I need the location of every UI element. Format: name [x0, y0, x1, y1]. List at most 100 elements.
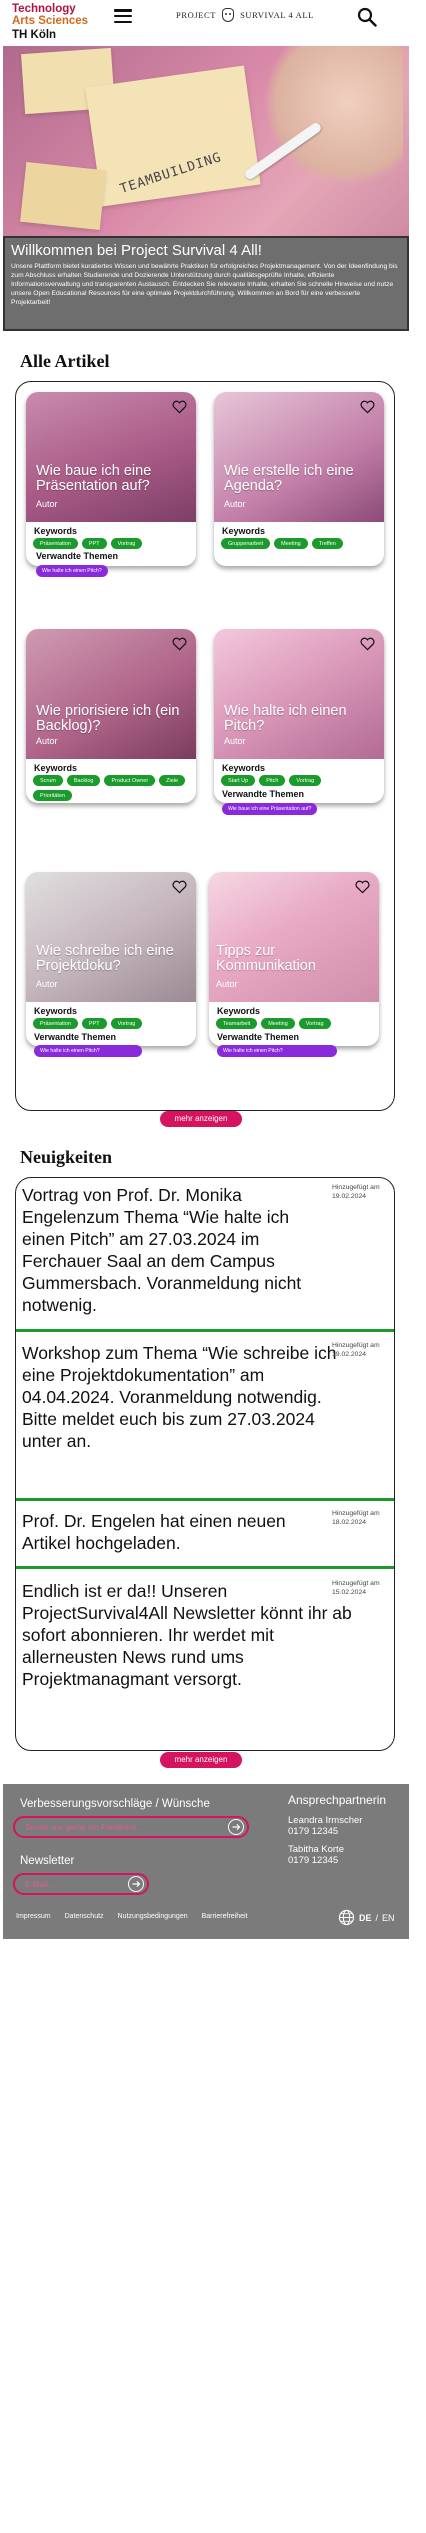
keywords-label: Keywords [34, 1006, 78, 1016]
keyword-chip[interactable]: Pitch [259, 775, 286, 786]
footer-link-barrierefreiheit[interactable]: Barrierefreiheit [202, 1913, 248, 1920]
keyword-chips: Gruppenarbeit Meeting Treffen [221, 538, 381, 549]
keyword-chip[interactable]: Vortrag [110, 1018, 143, 1029]
language-separator: / [375, 1912, 379, 1923]
keyword-chip[interactable]: PPT [81, 538, 107, 549]
related-topic-chip[interactable]: Wie halte ich einen Pitch? [36, 565, 108, 577]
brand-wordmark[interactable]: PROJECT SURVIVAL 4 ALL [176, 8, 314, 22]
news-date-label: Hinzugefügt am [332, 1580, 380, 1587]
news-item[interactable]: Endlich ist er da!! Unseren ProjectSurvi… [16, 1574, 394, 1714]
keyword-chip[interactable]: Präsentation [33, 1018, 78, 1029]
hamburger-menu-icon[interactable] [114, 9, 132, 24]
news-heading: Neuigkeiten [20, 1147, 112, 1167]
news-item[interactable]: Prof. Dr. Engelen hat einen neuen Artike… [16, 1504, 394, 1568]
news-date: Hinzugefügt am 15.02.2024 [332, 1580, 388, 1597]
keyword-chip[interactable]: Backlog [66, 775, 101, 786]
news-container: Vortrag von Prof. Dr. Monika Engelenzum … [15, 1177, 395, 1751]
news-item[interactable]: Workshop zum Thema “Wie schreibe ich ein… [16, 1336, 394, 1499]
logo-line-arts-sciences: Arts Sciences [12, 15, 89, 27]
language-de[interactable]: DE [359, 1913, 372, 1923]
sticky-note [85, 65, 261, 207]
keywords-label: Keywords [34, 526, 78, 536]
news-date-value: 19.02.2024 [332, 1350, 367, 1358]
news-date-value: 18.02.2024 [332, 1518, 367, 1526]
site-footer: Verbesserungsvorschläge / Wünsche Newsle… [3, 1784, 409, 1939]
newsletter-heading: Newsletter [20, 1855, 75, 1867]
footer-link-impressum[interactable]: Impressum [16, 1913, 51, 1920]
news-date: Hinzugefügt am 19.02.2024 [332, 1342, 388, 1359]
related-topic-chip[interactable]: Wie baue ich eine Präsentation auf? [222, 803, 318, 815]
feedback-submit-arrow-icon[interactable] [228, 1819, 244, 1835]
article-card[interactable]: Wie schreibe ich eine Projektdoku? Autor… [26, 872, 196, 1046]
news-text: Workshop zum Thema “Wie schreibe ich ein… [22, 1343, 337, 1451]
related-label: Verwandte Themen [222, 789, 305, 799]
search-icon[interactable] [357, 7, 377, 27]
related-topic-chip[interactable]: Wie halte ich einen Pitch? [34, 1045, 142, 1057]
news-date-label: Hinzugefügt am [332, 1342, 380, 1349]
article-card[interactable]: Wie halte ich einen Pitch? Autor Keyword… [214, 629, 384, 803]
article-card[interactable]: Wie priorisiere ich (ein Backlog)? Autor… [26, 629, 196, 803]
keyword-chip[interactable]: Vortrag [110, 538, 143, 549]
th-koeln-logo[interactable]: Technology Arts Sciences TH Köln [12, 3, 88, 41]
contact-1: Leandra Irmscher 0179 12345 [288, 1815, 362, 1837]
newsletter-submit-arrow-icon[interactable] [128, 1876, 144, 1892]
brand-word-survival: SURVIVAL 4 ALL [240, 10, 314, 20]
news-text: Vortrag von Prof. Dr. Monika Engelenzum … [22, 1185, 302, 1315]
language-switcher: DE / EN [338, 1909, 395, 1926]
keyword-chip[interactable]: Vortrag [289, 775, 322, 786]
keyword-chip[interactable]: Gruppenarbeit [221, 538, 271, 549]
keyword-chip[interactable]: Meeting [261, 1018, 295, 1029]
footer-link-nutzungsbedingungen[interactable]: Nutzungsbedingungen [118, 1913, 188, 1920]
heart-icon[interactable] [172, 880, 187, 894]
heart-icon[interactable] [355, 880, 370, 894]
mask-icon [222, 8, 235, 22]
article-title: Wie halte ich einen Pitch? [224, 703, 347, 734]
keyword-chip[interactable]: Treffen [311, 538, 343, 549]
keyword-chip[interactable]: PPT [81, 1018, 107, 1029]
news-more-button[interactable]: mehr anzeigen [160, 1752, 242, 1768]
hero-title: Willkommen bei Project Survival 4 All! [11, 242, 262, 259]
heart-icon[interactable] [172, 637, 187, 651]
articles-more-button[interactable]: mehr anzeigen [160, 1111, 242, 1127]
article-author: Autor [36, 499, 58, 509]
article-card[interactable]: Wie erstelle ich eine Agenda? Autor Keyw… [214, 392, 384, 566]
articles-container: Wie baue ich eine Präsentation auf? Auto… [15, 381, 395, 1111]
articles-heading: Alle Artikel [20, 351, 110, 371]
article-title: Wie baue ich eine Präsentation auf? [36, 463, 152, 494]
contact-name: Leandra Irmscher [288, 1815, 363, 1826]
keywords-label: Keywords [217, 1006, 261, 1016]
heart-icon[interactable] [360, 637, 375, 651]
keyword-chip[interactable]: Scrum [33, 775, 63, 786]
heart-icon[interactable] [360, 400, 375, 414]
article-title: Wie schreibe ich eine Projektdoku? [36, 943, 174, 974]
contact-phone[interactable]: 0179 12345 [288, 1855, 344, 1866]
keyword-chips: Präsentation PPT Vortrag [33, 538, 193, 549]
article-author: Autor [36, 736, 58, 746]
article-card[interactable]: Wie baue ich eine Präsentation auf? Auto… [26, 392, 196, 566]
keyword-chip[interactable]: Product Owner [104, 775, 156, 786]
keyword-chips: Start Up Pitch Vortrag [221, 775, 381, 786]
contact-phone[interactable]: 0179 12345 [288, 1826, 362, 1837]
heart-icon[interactable] [172, 400, 187, 414]
keyword-chip[interactable]: Prioritäten [33, 790, 73, 801]
keyword-chip[interactable]: Teamarbeit [216, 1018, 258, 1029]
keyword-chip[interactable]: Start Up [221, 775, 256, 786]
contact-heading: Ansprechpartnerin [288, 1793, 387, 1807]
news-divider [16, 1329, 394, 1332]
contact-name: Tabitha Korte [288, 1844, 344, 1855]
news-item[interactable]: Vortrag von Prof. Dr. Monika Engelenzum … [16, 1178, 394, 1330]
language-en[interactable]: EN [382, 1913, 395, 1923]
article-title: Wie erstelle ich eine Agenda? [224, 463, 354, 494]
article-card[interactable]: Tipps zur Kommunikation Autor Keywords T… [209, 872, 379, 1046]
keyword-chip[interactable]: Vortrag [298, 1018, 331, 1029]
article-author: Autor [216, 979, 238, 989]
feedback-input[interactable] [13, 1816, 249, 1838]
related-label: Verwandte Themen [36, 551, 119, 561]
keyword-chip[interactable]: Präsentation [33, 538, 78, 549]
feedback-heading: Verbesserungsvorschläge / Wünsche [20, 1798, 210, 1810]
related-topic-chip[interactable]: Wie halte ich einen Pitch? [217, 1045, 337, 1057]
keyword-chip[interactable]: Ziele [159, 775, 186, 786]
keyword-chip[interactable]: Meeting [274, 538, 308, 549]
footer-link-datenschutz[interactable]: Datenschutz [65, 1913, 104, 1920]
hand-image [263, 46, 403, 186]
